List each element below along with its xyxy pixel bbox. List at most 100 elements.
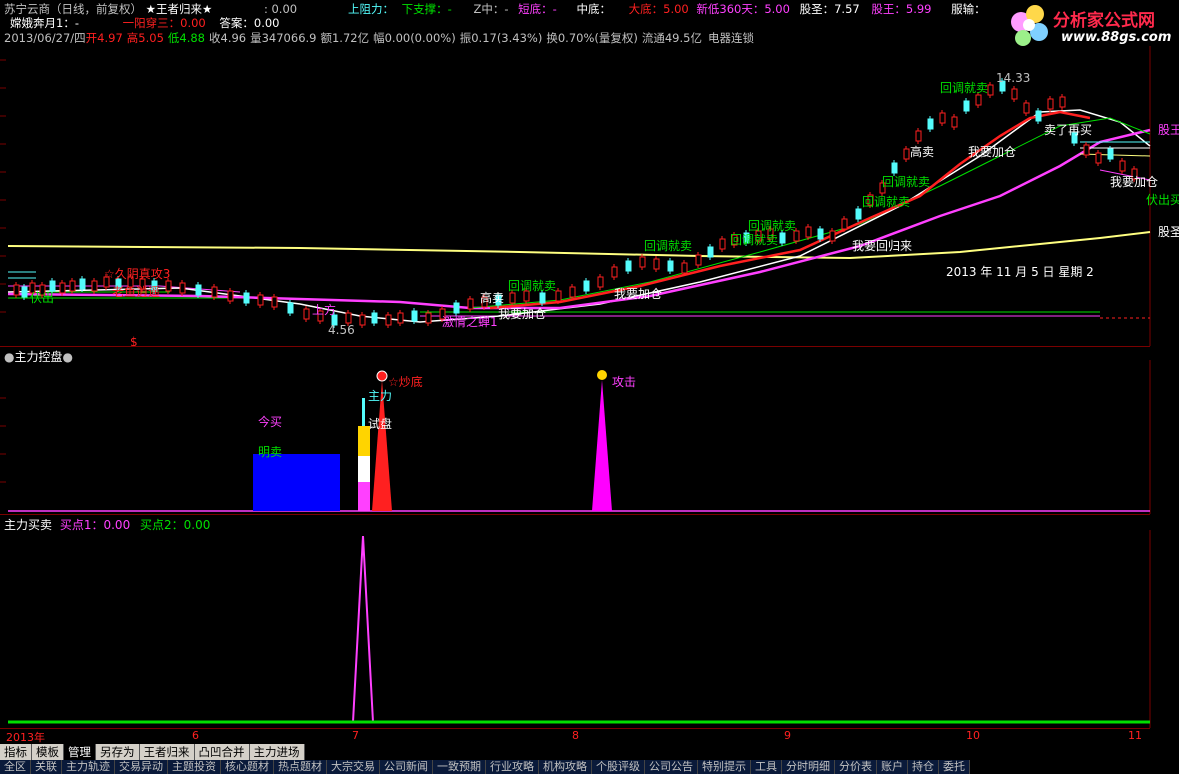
stock-name: 苏宁云商（日线，前复权）	[4, 2, 142, 16]
candle-body	[1107, 148, 1114, 160]
function-tabs: 全区 关联 主力轨迹 交易异动 主题投资 核心题材 热点题材 大宗交易 公司新闻 一致预期 行业攻略…	[0, 760, 970, 774]
lower-support: 下支撑：-	[401, 2, 452, 16]
function-tab-13[interactable]: 公司公告	[645, 760, 698, 774]
annot-huitiao-6: 回调就卖	[882, 175, 930, 189]
function-tab-9[interactable]: 一致预期	[433, 760, 486, 774]
function-tab-14[interactable]: 特别提示	[698, 760, 751, 774]
function-tab-5[interactable]: 核心题材	[221, 760, 274, 774]
function-tab-0[interactable]: 全区	[0, 760, 31, 774]
candle-body	[681, 262, 688, 274]
function-tab-18[interactable]: 账户	[877, 760, 908, 774]
candle-body	[425, 312, 432, 324]
bar-swing: 振0.17(3.43%)	[459, 31, 543, 45]
annot-woyao-4: 我要加仓	[1110, 175, 1158, 189]
short-bottom: 短底：-	[518, 2, 557, 16]
function-tab-2[interactable]: 主力轨迹	[62, 760, 115, 774]
new-low-360: 新低360天：5.00	[696, 2, 790, 16]
function-tab-7[interactable]: 大宗交易	[327, 760, 380, 774]
left-axis-ticks	[0, 59, 6, 313]
candle-body	[243, 292, 250, 304]
tab-0[interactable]: 指标	[0, 744, 32, 760]
candle-body	[1047, 98, 1054, 110]
candle-body	[927, 118, 934, 130]
candle-body	[779, 232, 786, 244]
annot-gusheng: 股圣	[1158, 225, 1179, 239]
candle-body	[855, 208, 862, 220]
function-tab-3[interactable]: 交易异动	[115, 760, 168, 774]
tab-4[interactable]: 王者归来	[139, 744, 195, 760]
control-magenta-spike	[592, 380, 612, 511]
candle-body	[257, 294, 264, 306]
bar-amplitude: 幅0.00(0.00%)	[373, 31, 456, 45]
stock-king: 股王：5.99	[871, 2, 932, 16]
candle-body	[467, 298, 474, 310]
candle-body	[805, 226, 812, 238]
control-panel-chart[interactable]: 今买 明卖 主力 试盘 ☆炒底 攻击	[0, 360, 1179, 514]
candle-body	[841, 218, 848, 230]
gong-ji-icon	[597, 370, 607, 380]
function-tab-1[interactable]: 关联	[31, 760, 62, 774]
candle-body	[539, 292, 546, 304]
big-bottom: 大底：5.00	[628, 2, 689, 16]
function-tab-8[interactable]: 公司新闻	[380, 760, 433, 774]
control-labels: 今买 明卖 主力 试盘 ☆炒底 攻击	[258, 374, 636, 459]
buy-panel-chart[interactable]	[0, 530, 1179, 728]
candle-body	[975, 94, 982, 106]
annot-woyao-1: 我要加仓	[498, 307, 546, 321]
candle-body	[1023, 102, 1030, 114]
bar-volume: 量347066.9	[250, 31, 317, 45]
annot-gaomai-2: 高卖	[910, 144, 934, 159]
candle-body	[903, 148, 910, 160]
function-tab-19[interactable]: 持仓	[908, 760, 939, 774]
candle-body	[49, 280, 56, 292]
control-white-bar	[358, 456, 370, 482]
answer-line: 答案：0.00	[219, 16, 280, 30]
tab-5[interactable]: 凸凹合并	[194, 744, 250, 760]
annot-guwang: 股王	[1158, 123, 1179, 137]
candle-body	[597, 276, 604, 288]
tab-2[interactable]: 管理	[64, 744, 96, 760]
candle-body	[271, 296, 278, 308]
tab-3[interactable]: 另存为	[96, 744, 140, 760]
candle-body	[1035, 110, 1042, 122]
tab-1[interactable]: 模板	[32, 744, 64, 760]
function-tab-4[interactable]: 主题投资	[168, 760, 221, 774]
main-chart[interactable]: 伏出 ☆久阴真攻3 老鱼逍遥 上方 4.56 $ 激情之蝉1 高卖 我要加仓 回…	[0, 46, 1179, 346]
bar-close: 收4.96	[209, 31, 247, 45]
label-ming-mai: 明卖	[258, 445, 282, 459]
candle-body	[1059, 96, 1066, 108]
bar-open: 开4.97	[85, 31, 123, 45]
function-tab-11[interactable]: 机构攻略	[539, 760, 592, 774]
annot-maile: 卖了再买	[1044, 123, 1092, 137]
x-label-2013: 2013年	[6, 731, 45, 744]
function-tab-16[interactable]: 分时明细	[782, 760, 835, 774]
candle-body	[79, 278, 86, 290]
tab-6[interactable]: 主力进场	[249, 744, 305, 760]
annot-laoyu: 老鱼逍遥	[112, 285, 160, 299]
annot-woyao-2: 我要加仓	[614, 287, 662, 301]
annot-woyao-gui: 我要回归来	[852, 239, 912, 253]
annot-high-price: 14.33	[996, 71, 1030, 85]
function-tab-6[interactable]: 热点题材	[274, 760, 327, 774]
function-tab-20[interactable]: 委托	[939, 760, 970, 774]
candle-body	[1083, 144, 1090, 156]
candle-body	[987, 84, 994, 96]
yiyang-line: 一阳穿三：0.00	[122, 16, 206, 30]
function-tab-12[interactable]: 个股评级	[592, 760, 645, 774]
control-cyan-line	[362, 398, 365, 426]
candle-body	[569, 286, 576, 298]
panel-divider-2	[0, 514, 1150, 515]
candle-body	[695, 254, 702, 266]
candle-body	[345, 312, 352, 324]
candle-body	[195, 284, 202, 296]
annot-huitiao-4: 回调就卖	[748, 219, 796, 233]
function-tab-10[interactable]: 行业攻略	[486, 760, 539, 774]
annot-woyao-3: 我要加仓	[968, 145, 1016, 159]
function-tab-15[interactable]: 工具	[751, 760, 782, 774]
x-label-9: 9	[784, 729, 791, 742]
function-tab-17[interactable]: 分价表	[835, 760, 877, 774]
bar-turnover: 换0.70%(量复权)	[546, 31, 638, 45]
x-axis: 2013年 6 7 8 9 10 11	[0, 728, 1150, 744]
candle-body	[59, 282, 66, 294]
candle-body	[69, 280, 76, 292]
